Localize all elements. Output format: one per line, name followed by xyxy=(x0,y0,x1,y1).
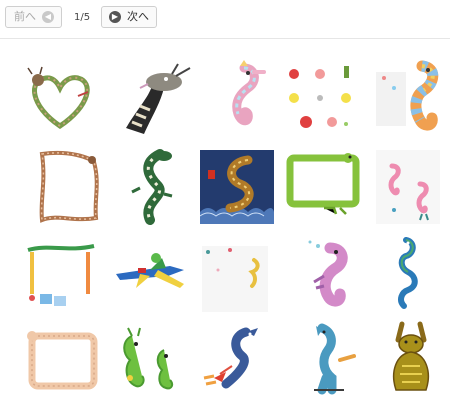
next-page-button[interactable]: ▶ 次へ xyxy=(101,6,157,28)
next-button-label: 次へ xyxy=(127,10,149,23)
thumbnail-green-dragon-climbing[interactable] xyxy=(120,148,200,226)
thumbnail-rope-frame[interactable] xyxy=(22,326,102,404)
thumbnail-flower-dots-pattern[interactable] xyxy=(282,58,362,136)
thumbnail-blue-dragon-fire[interactable] xyxy=(196,322,276,400)
thumbnail-pink-seahorses[interactable] xyxy=(370,150,450,228)
thumbnail-rainbow-seahorse[interactable] xyxy=(368,58,448,136)
page-indicator: 1/5 xyxy=(74,12,91,23)
thumbnail-green-dragon-pair[interactable] xyxy=(108,322,188,400)
thumbnail-dragon-frame-brown[interactable] xyxy=(30,148,110,226)
thumbnail-pink-seahorse[interactable] xyxy=(290,236,370,314)
previous-button-label: 前へ xyxy=(14,10,36,23)
thumbnail-dragon-riding-plane[interactable] xyxy=(110,240,190,318)
thumbnail-olive-dragon-sitting[interactable] xyxy=(372,320,450,398)
thumbnail-blue-dragon-standing[interactable] xyxy=(292,320,372,398)
thumbnail-pastel-seahorse[interactable] xyxy=(200,58,280,136)
thumbnail-dragon-head-striped[interactable] xyxy=(118,58,198,136)
previous-page-button[interactable]: 前へ ◀ xyxy=(5,6,62,28)
thumbnail-tiny-dragon-corner[interactable] xyxy=(198,240,278,318)
thumbnail-green-crocodile-frame[interactable] xyxy=(284,150,364,228)
chevron-right-icon: ▶ xyxy=(109,11,121,23)
pagination-bar: 前へ ◀ 1/5 ▶ 次へ xyxy=(0,0,450,39)
thumbnail-dragon-heart-wreath[interactable] xyxy=(20,58,100,136)
thumbnail-blue-seahorses-dancing[interactable] xyxy=(370,234,450,312)
chevron-left-icon: ◀ xyxy=(42,11,54,23)
thumbnail-dragon-on-blue-tile[interactable] xyxy=(200,150,280,228)
thumbnail-dragon-bunting-frame[interactable] xyxy=(24,238,104,316)
